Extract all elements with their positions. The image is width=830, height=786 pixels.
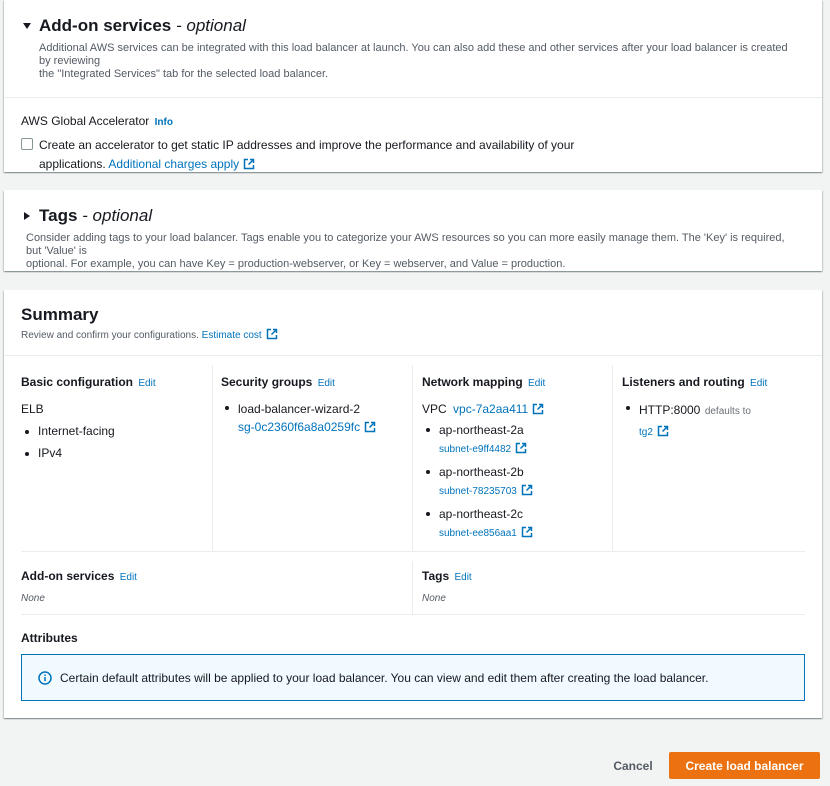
security-groups-section: Security groups Edit load-balancer-wizar… bbox=[221, 375, 407, 568]
external-link-icon bbox=[243, 158, 255, 170]
listener-item: HTTP:8000 defaults to tg2 bbox=[622, 400, 808, 442]
estimate-cost-link[interactable]: Estimate cost bbox=[202, 328, 278, 341]
addon-services-summary-title: Add-on services Edit bbox=[21, 569, 137, 583]
subnet-item: ap-northeast-2c subnet-ee856aa1 bbox=[422, 506, 608, 542]
tags-value: None bbox=[422, 593, 446, 604]
accelerator-checkbox-label: Create an accelerator to get static IP a… bbox=[39, 138, 575, 171]
addon-services-panel: Add-on services - optional Additional AW… bbox=[4, 0, 822, 172]
tags-header[interactable]: Tags - optional bbox=[20, 206, 802, 226]
create-load-balancer-button[interactable]: Create load balancer bbox=[669, 752, 820, 779]
edit-addon-services-link[interactable]: Edit bbox=[120, 572, 137, 583]
security-group-item: load-balancer-wizard-2 sg-0c2360f6a8a025… bbox=[221, 400, 407, 436]
info-circle-icon bbox=[38, 670, 52, 685]
load-balancer-name: ELB bbox=[21, 402, 44, 416]
accelerator-info-link[interactable]: Info bbox=[155, 117, 173, 128]
edit-network-mapping-link[interactable]: Edit bbox=[528, 378, 545, 389]
target-group-link[interactable]: tg2 bbox=[639, 425, 669, 438]
subnet-link[interactable]: subnet-ee856aa1 bbox=[439, 526, 533, 539]
external-link-icon bbox=[364, 421, 376, 433]
cancel-button[interactable]: Cancel bbox=[604, 752, 662, 779]
addon-services-value: None bbox=[21, 593, 45, 604]
basic-configuration-section: Basic configuration Edit ELB Internet-fa… bbox=[21, 375, 207, 568]
addon-services-header[interactable]: Add-on services - optional bbox=[20, 16, 802, 36]
subnet-link[interactable]: subnet-78235703 bbox=[439, 484, 533, 497]
subnet-link[interactable]: subnet-e9ff4482 bbox=[439, 442, 527, 455]
subnet-item: ap-northeast-2b subnet-78235703 bbox=[422, 464, 608, 500]
caret-right-icon[interactable] bbox=[20, 209, 34, 223]
vpc-link[interactable]: vpc-7a2aa411 bbox=[453, 402, 544, 416]
external-link-icon bbox=[515, 442, 527, 454]
edit-tags-link[interactable]: Edit bbox=[454, 572, 471, 583]
external-link-icon bbox=[521, 526, 533, 538]
additional-charges-link[interactable]: Additional charges apply bbox=[108, 157, 255, 171]
attributes-info-alert: Certain default attributes will be appli… bbox=[21, 654, 805, 701]
summary-description: Review and confirm your configurations. … bbox=[21, 328, 278, 341]
security-group-link[interactable]: sg-0c2360f6a8a0259fc bbox=[238, 420, 376, 434]
accelerator-label: AWS Global Accelerator Info bbox=[21, 114, 173, 128]
subnet-item: ap-northeast-2a subnet-e9ff4482 bbox=[422, 422, 608, 458]
edit-basic-configuration-link[interactable]: Edit bbox=[138, 378, 155, 389]
addon-services-summary: Add-on services Edit None bbox=[21, 569, 137, 604]
external-link-icon bbox=[657, 425, 669, 437]
external-link-icon bbox=[521, 484, 533, 496]
scheme-item: Internet-facing bbox=[21, 424, 207, 438]
attributes-alert-text: Certain default attributes will be appli… bbox=[60, 670, 709, 685]
caret-down-icon[interactable] bbox=[20, 19, 34, 33]
external-link-icon bbox=[532, 403, 544, 415]
ip-type-item: IPv4 bbox=[21, 446, 207, 460]
listeners-routing-section: Listeners and routing Edit HTTP:8000 def… bbox=[622, 375, 808, 568]
tags-title: Tags - optional bbox=[39, 206, 153, 225]
addon-services-description: Additional AWS services can be integrate… bbox=[39, 42, 788, 80]
tags-description: Consider adding tags to your load balanc… bbox=[26, 232, 785, 270]
network-mapping-section: Network mapping Edit VPC vpc-7a2aa411 ap… bbox=[422, 375, 608, 568]
edit-listeners-link[interactable]: Edit bbox=[750, 378, 767, 389]
vpc-row: VPC vpc-7a2aa411 bbox=[422, 402, 608, 416]
external-link-icon bbox=[266, 328, 277, 340]
tags-summary-title: Tags Edit bbox=[422, 569, 472, 583]
attributes-title: Attributes bbox=[21, 631, 78, 645]
basic-configuration-title: Basic configuration Edit bbox=[21, 375, 156, 389]
network-mapping-title: Network mapping Edit bbox=[422, 375, 546, 389]
accelerator-checkbox[interactable] bbox=[21, 138, 33, 150]
addon-services-title: Add-on services - optional bbox=[39, 16, 246, 35]
tags-panel: Tags - optional Consider adding tags to … bbox=[4, 190, 822, 271]
listeners-routing-title: Listeners and routing Edit bbox=[622, 375, 768, 389]
tags-summary: Tags Edit None bbox=[422, 569, 472, 604]
summary-title: Summary bbox=[21, 305, 99, 324]
security-groups-title: Security groups Edit bbox=[221, 375, 335, 389]
edit-security-groups-link[interactable]: Edit bbox=[318, 378, 335, 389]
